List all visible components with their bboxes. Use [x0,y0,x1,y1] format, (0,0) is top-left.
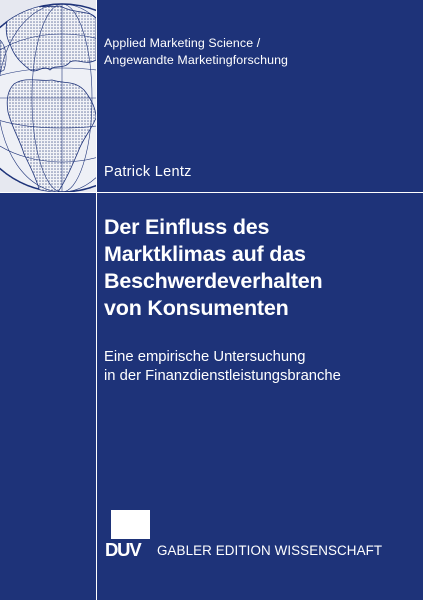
title-line-4: von Konsumenten [104,296,289,320]
book-cover: Applied Marketing Science / Angewandte M… [0,0,423,600]
book-subtitle: Eine empirische Untersuchung in der Fina… [104,348,341,386]
author-name: Patrick Lentz [104,164,192,180]
logo-text: DUV [102,539,155,561]
title-line-2: Marktklimas auf das [104,242,306,266]
subtitle-line-2: in der Finanzdienstleistungsbranche [104,368,341,384]
book-title: Der Einfluss des Marktklimas auf das Bes… [104,214,323,322]
series-title: Applied Marketing Science / Angewandte M… [104,35,288,69]
subtitle-line-1: Eine empirische Untersuchung [104,349,306,365]
title-line-1: Der Einfluss des [104,215,270,239]
title-line-3: Beschwerdeverhalten [104,269,323,293]
horizontal-divider [0,192,423,193]
globe-icon [0,0,96,192]
series-line-1: Applied Marketing Science / [104,36,261,50]
series-line-2: Angewandte Marketingforschung [104,53,289,67]
vertical-divider [96,0,97,600]
publisher-name: GABLER EDITION WISSENSCHAFT [157,543,383,558]
